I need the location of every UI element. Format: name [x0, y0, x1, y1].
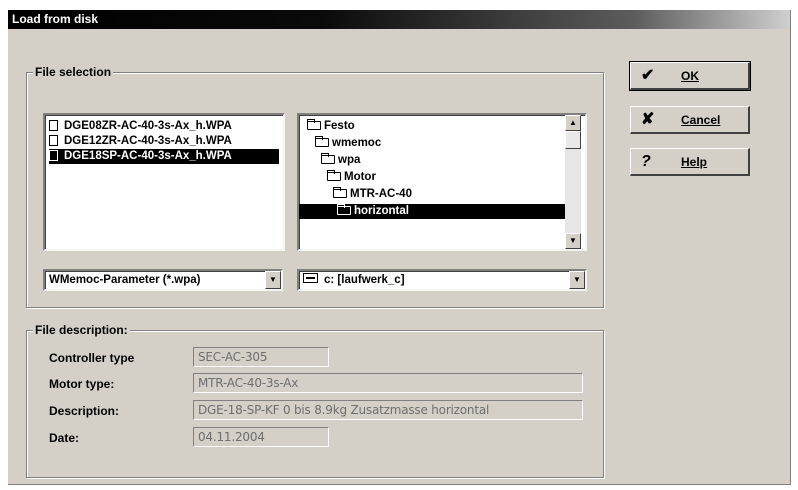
scroll-down-button[interactable]: ▼ [565, 233, 581, 249]
scroll-thumb[interactable] [565, 131, 581, 149]
file-type-value: WMemoc-Parameter (*.wpa) [49, 274, 201, 286]
file-item-0[interactable]: DGE08ZR-AC-40-3s-Ax_h.WPA [49, 119, 279, 134]
date-label: Date: [49, 431, 80, 445]
file-selection-group: File selection DGE08ZR-AC-40-3s-Ax_h.WPA… [26, 65, 604, 308]
directory-list[interactable]: Festo wmemoc wpa Motor MTR-AC-40 horizon… [297, 113, 587, 251]
folder-item-wmemoc[interactable]: wmemoc [315, 136, 381, 151]
load-from-disk-dialog: Load from disk File selection DGE08ZR-AC… [8, 10, 791, 485]
folder-item-wpa[interactable]: wpa [321, 153, 360, 168]
chevron-down-icon[interactable]: ▼ [569, 271, 585, 289]
drive-value: c: [laufwerk_c] [303, 271, 405, 289]
document-icon [49, 135, 58, 146]
motor-type-field: MTR-AC-40-3s-Ax [193, 373, 583, 393]
folder-item-motor[interactable]: Motor [327, 170, 376, 185]
folder-open-icon [337, 204, 351, 215]
directory-scrollbar[interactable]: ▲ ▼ [565, 115, 581, 249]
folder-item-festo[interactable]: Festo [307, 119, 355, 134]
document-icon [49, 120, 58, 131]
scroll-up-button[interactable]: ▲ [565, 115, 581, 131]
folder-open-icon [333, 187, 347, 198]
file-item-1[interactable]: DGE12ZR-AC-40-3s-Ax_h.WPA [49, 134, 279, 149]
folder-open-icon [327, 170, 341, 181]
document-icon [49, 150, 58, 161]
ok-button[interactable]: ✔ OK [629, 61, 751, 91]
controller-type-label: Controller type [49, 351, 135, 365]
file-item-2[interactable]: DGE18SP-AC-40-3s-Ax_h.WPA [49, 149, 279, 164]
cancel-button[interactable]: ✘ Cancel [630, 106, 750, 134]
help-button[interactable]: ? Help [630, 148, 750, 176]
file-selection-label: File selection [33, 65, 114, 79]
file-list[interactable]: DGE08ZR-AC-40-3s-Ax_h.WPA DGE12ZR-AC-40-… [43, 113, 285, 251]
folder-open-icon [315, 136, 329, 147]
checkmark-icon: ✔ [641, 67, 655, 84]
question-icon: ? [641, 153, 651, 170]
motor-type-label: Motor type: [49, 377, 115, 391]
file-description-label: File description: [33, 323, 130, 337]
folder-open-icon [321, 153, 335, 164]
folder-item-mtr-ac-40[interactable]: MTR-AC-40 [333, 187, 412, 202]
drive-select[interactable]: c: [laufwerk_c] ▼ [297, 269, 587, 291]
folder-item-horizontal[interactable]: horizontal [299, 204, 567, 219]
file-description-group: File description: Controller type SEC-AC… [26, 323, 604, 478]
date-field: 04.11.2004 [193, 427, 329, 447]
description-field: DGE-18-SP-KF 0 bis 8.9kg Zusatzmasse hor… [193, 400, 583, 420]
folder-open-icon [307, 119, 321, 130]
drive-icon [303, 273, 318, 283]
controller-type-field: SEC-AC-305 [193, 347, 329, 367]
file-type-select[interactable]: WMemoc-Parameter (*.wpa) ▼ [43, 269, 283, 291]
description-label: Description: [49, 404, 120, 418]
chevron-down-icon[interactable]: ▼ [265, 271, 281, 289]
title-bar: Load from disk [8, 10, 790, 29]
x-icon: ✘ [641, 111, 655, 128]
